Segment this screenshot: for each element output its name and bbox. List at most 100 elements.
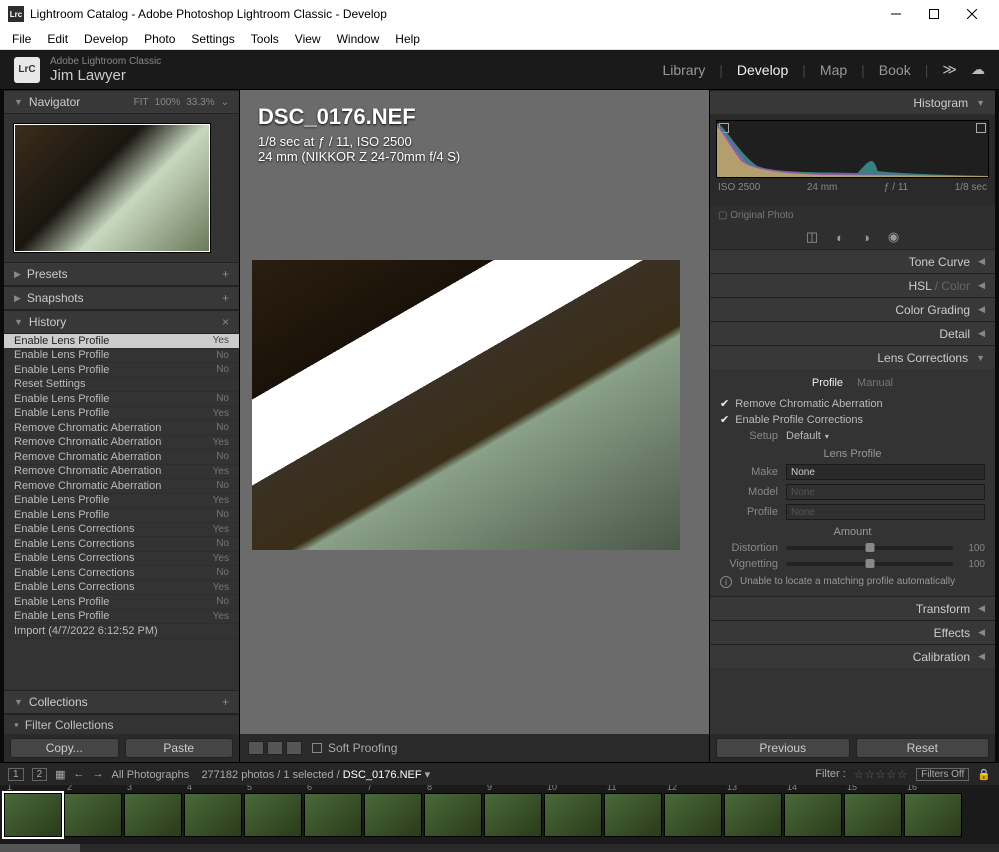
enable-profile-checkbox[interactable]: ✔Enable Profile Corrections: [720, 413, 985, 426]
menu-tools[interactable]: Tools: [243, 30, 287, 48]
module-library[interactable]: Library: [662, 62, 705, 78]
copy-button[interactable]: Copy...: [10, 738, 119, 758]
module-map[interactable]: Map: [820, 62, 847, 78]
reset-button[interactable]: Reset: [856, 738, 990, 758]
collections-add-icon[interactable]: +: [222, 695, 229, 709]
history-item[interactable]: Remove Chromatic AberrationNo: [4, 450, 239, 465]
history-item[interactable]: Enable Lens CorrectionsYes: [4, 552, 239, 567]
module-book[interactable]: Book: [879, 62, 911, 78]
histogram-display[interactable]: [716, 120, 989, 178]
history-item[interactable]: Enable Lens ProfileNo: [4, 595, 239, 610]
dropdown-icon[interactable]: ▾: [825, 432, 829, 441]
menu-help[interactable]: Help: [387, 30, 428, 48]
history-item[interactable]: Reset Settings: [4, 378, 239, 393]
filmstrip-thumbnail[interactable]: 10: [544, 793, 602, 837]
filmstrip-thumbs[interactable]: 12345678910111213141516: [0, 785, 999, 844]
nav-zoom-dropdown-icon[interactable]: ⌄: [221, 97, 229, 108]
loupe-view-button[interactable]: [248, 741, 264, 755]
history-item[interactable]: Import (4/7/2022 6:12:52 PM): [4, 624, 239, 639]
nav-forward-icon[interactable]: →: [93, 768, 104, 780]
lens-tab-manual[interactable]: Manual: [857, 377, 893, 389]
lens-corrections-header[interactable]: Lens Corrections▼: [710, 345, 995, 369]
history-item[interactable]: Remove Chromatic AberrationYes: [4, 436, 239, 451]
menu-view[interactable]: View: [287, 30, 329, 48]
color-grading-header[interactable]: Color Grading◀: [710, 297, 995, 321]
history-item[interactable]: Enable Lens ProfileYes: [4, 494, 239, 509]
menu-photo[interactable]: Photo: [136, 30, 183, 48]
filmstrip-scrollbar[interactable]: [0, 844, 999, 852]
distortion-slider[interactable]: [786, 546, 953, 550]
filmstrip-thumbnail[interactable]: 2: [64, 793, 122, 837]
history-item[interactable]: Enable Lens ProfileNo: [4, 508, 239, 523]
develop-loupe-area[interactable]: DSC_0176.NEF 1/8 sec at ƒ / 11, ISO 2500…: [240, 90, 709, 762]
menu-settings[interactable]: Settings: [183, 30, 242, 48]
menu-develop[interactable]: Develop: [76, 30, 136, 48]
history-clear-icon[interactable]: ×: [222, 315, 229, 329]
make-select[interactable]: None: [786, 464, 985, 480]
snapshots-add-icon[interactable]: +: [222, 291, 229, 305]
window-close-button[interactable]: [953, 0, 991, 28]
paste-button[interactable]: Paste: [125, 738, 234, 758]
nav-fit[interactable]: FIT: [134, 97, 149, 108]
filmstrip-thumbnail[interactable]: 7: [364, 793, 422, 837]
history-item[interactable]: Enable Lens CorrectionsYes: [4, 581, 239, 596]
filter-stars[interactable]: ☆☆☆☆☆: [854, 768, 908, 781]
redeye-tool-icon[interactable]: ◉: [888, 229, 899, 245]
nav-back-icon[interactable]: ←: [74, 768, 85, 780]
crop-tool-icon[interactable]: ◫: [806, 229, 818, 245]
calibration-header[interactable]: Calibration◀: [710, 644, 995, 668]
menu-file[interactable]: File: [4, 30, 39, 48]
menu-edit[interactable]: Edit: [39, 30, 76, 48]
filmstrip-thumbnail[interactable]: 5: [244, 793, 302, 837]
source-label[interactable]: All Photographs: [112, 769, 190, 781]
more-modules-button[interactable]: ≫: [942, 61, 957, 78]
filmstrip-thumbnail[interactable]: 9: [484, 793, 542, 837]
setup-value[interactable]: Default: [786, 430, 821, 442]
history-item[interactable]: Enable Lens CorrectionsYes: [4, 523, 239, 538]
filmstrip-thumbnail[interactable]: 14: [784, 793, 842, 837]
monitor-2-button[interactable]: 2: [32, 768, 48, 781]
vignetting-slider[interactable]: [786, 562, 953, 566]
history-item[interactable]: Enable Lens CorrectionsNo: [4, 566, 239, 581]
history-item[interactable]: Enable Lens ProfileNo: [4, 363, 239, 378]
history-item[interactable]: Enable Lens ProfileNo: [4, 349, 239, 364]
filmstrip-thumbnail[interactable]: 13: [724, 793, 782, 837]
filmstrip-thumbnail[interactable]: 11: [604, 793, 662, 837]
nav-zoom[interactable]: 33.3%: [186, 97, 214, 108]
window-minimize-button[interactable]: [877, 0, 915, 28]
profile-select[interactable]: None: [786, 504, 985, 520]
filmstrip-thumbnail[interactable]: 6: [304, 793, 362, 837]
snapshots-header[interactable]: ▶ Snapshots +: [4, 286, 239, 310]
presets-add-icon[interactable]: +: [222, 267, 229, 281]
collections-header[interactable]: ▼ Collections +: [4, 690, 239, 714]
history-item[interactable]: Enable Lens CorrectionsNo: [4, 537, 239, 552]
previous-button[interactable]: Previous: [716, 738, 850, 758]
navigator-header[interactable]: ▼ Navigator FIT 100% 33.3% ⌄: [4, 90, 239, 114]
grid-view-icon[interactable]: ▦: [55, 768, 65, 781]
history-item[interactable]: Enable Lens ProfileYes: [4, 610, 239, 625]
healing-tool-icon[interactable]: ◐: [836, 230, 844, 245]
hsl-header[interactable]: HSL / Color◀: [710, 273, 995, 297]
cloud-sync-icon[interactable]: ☁: [971, 61, 985, 78]
histogram-header[interactable]: Histogram ▼: [710, 90, 995, 114]
history-item[interactable]: Enable Lens ProfileYes: [4, 407, 239, 422]
history-item[interactable]: Enable Lens ProfileNo: [4, 392, 239, 407]
distortion-value[interactable]: 100: [959, 543, 985, 554]
vignetting-value[interactable]: 100: [959, 559, 985, 570]
transform-header[interactable]: Transform◀: [710, 596, 995, 620]
before-after-button[interactable]: [267, 741, 283, 755]
filmstrip-thumbnail[interactable]: 4: [184, 793, 242, 837]
filmstrip-thumbnail[interactable]: 15: [844, 793, 902, 837]
window-maximize-button[interactable]: [915, 0, 953, 28]
lens-tab-profile[interactable]: Profile: [812, 377, 843, 389]
effects-header[interactable]: Effects◀: [710, 620, 995, 644]
tone-curve-header[interactable]: Tone Curve◀: [710, 249, 995, 273]
filmstrip-thumbnail[interactable]: 8: [424, 793, 482, 837]
menu-window[interactable]: Window: [329, 30, 388, 48]
detail-header[interactable]: Detail◀: [710, 321, 995, 345]
model-select[interactable]: None: [786, 484, 985, 500]
history-item[interactable]: Remove Chromatic AberrationYes: [4, 465, 239, 480]
history-header[interactable]: ▼ History ×: [4, 310, 239, 334]
module-develop[interactable]: Develop: [737, 62, 788, 78]
nav-100[interactable]: 100%: [155, 97, 181, 108]
